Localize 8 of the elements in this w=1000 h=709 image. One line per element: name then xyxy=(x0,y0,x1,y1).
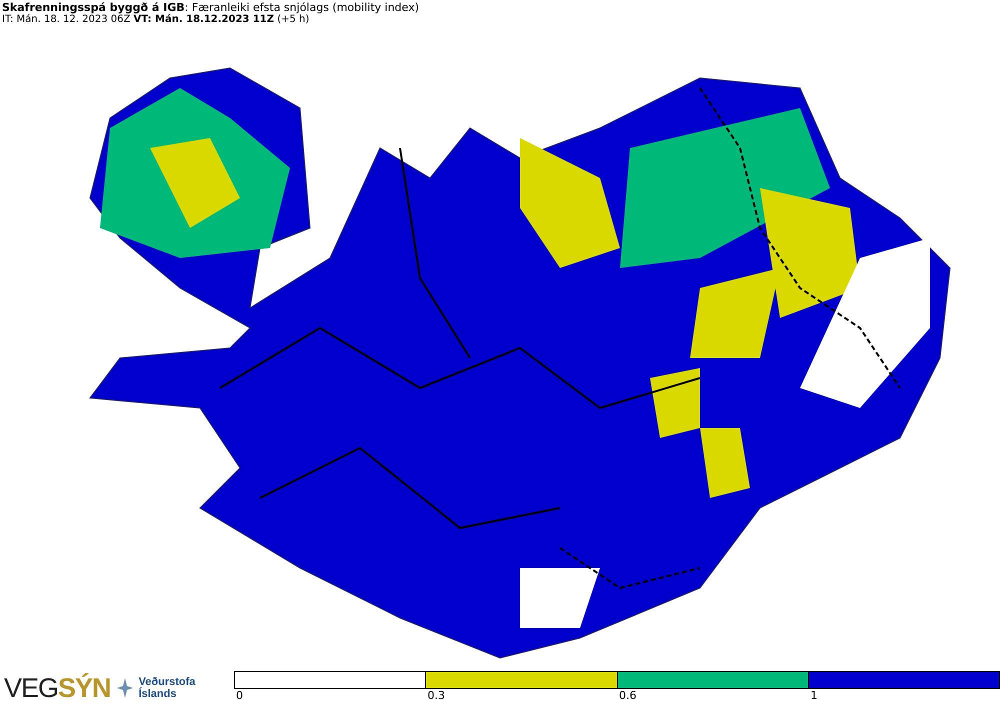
vegsyn-logo: VEGSÝN xyxy=(4,672,111,704)
scale-label: 0.3 xyxy=(426,689,446,702)
map-title: Skafrenningsspá byggð á IGB: Færanleiki efsta snjólags (mobility index) xyxy=(2,2,420,14)
scale-label: 1 xyxy=(810,689,818,702)
scale-label: 0 xyxy=(235,689,244,702)
scale-label: 0.6 xyxy=(618,689,638,702)
vedurstofa-logo: Veðurstofa Íslands xyxy=(138,676,196,700)
forecast-time: IT: Mán. 18. 12. 2023 06Z VT: Mán. 18.12.2023 11Z (+5 h) xyxy=(2,14,310,26)
